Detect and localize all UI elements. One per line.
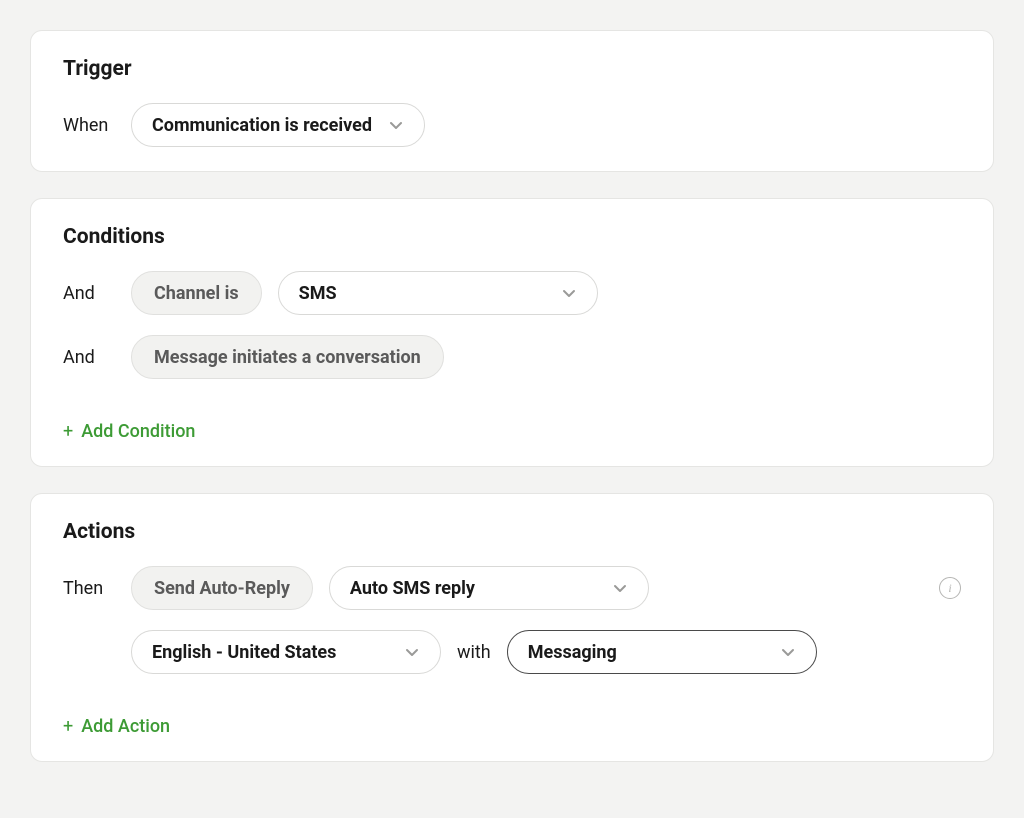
condition-value-label: SMS (299, 283, 337, 304)
plus-icon: + (63, 716, 73, 737)
trigger-event-select[interactable]: Communication is received (131, 103, 425, 147)
action-prefix: Then (63, 578, 115, 599)
condition-type-label: Channel is (154, 283, 239, 304)
trigger-heading: Trigger (63, 57, 961, 81)
action-template-select[interactable]: Auto SMS reply (329, 566, 649, 610)
actions-card: Actions Then Send Auto-Reply Auto SMS re… (30, 493, 994, 762)
trigger-row: When Communication is received (63, 103, 961, 147)
add-action-button[interactable]: + Add Action (63, 716, 170, 737)
action-type-label: Send Auto-Reply (154, 578, 290, 599)
condition-prefix: And (63, 347, 115, 368)
action-channel-select[interactable]: Messaging (507, 630, 817, 674)
info-icon[interactable]: i (939, 577, 961, 599)
condition-type-pill[interactable]: Channel is (131, 271, 262, 315)
action-type-pill[interactable]: Send Auto-Reply (131, 566, 313, 610)
condition-type-pill[interactable]: Message initiates a conversation (131, 335, 444, 379)
add-action-label: Add Action (81, 716, 170, 737)
action-row-0: Then Send Auto-Reply Auto SMS reply i (63, 566, 961, 610)
actions-heading: Actions (63, 520, 961, 544)
action-connector: with (457, 642, 491, 663)
chevron-down-icon (404, 644, 420, 660)
conditions-card: Conditions And Channel is SMS And Messag… (30, 198, 994, 467)
condition-prefix: And (63, 283, 115, 304)
chevron-down-icon (780, 644, 796, 660)
action-row-1: English - United States with Messaging (131, 630, 961, 674)
condition-row-1: And Message initiates a conversation (63, 335, 961, 379)
action-channel-label: Messaging (528, 642, 617, 663)
add-condition-label: Add Condition (81, 421, 195, 442)
plus-icon: + (63, 421, 73, 442)
action-language-label: English - United States (152, 642, 336, 663)
condition-row-0: And Channel is SMS (63, 271, 961, 315)
add-condition-button[interactable]: + Add Condition (63, 421, 195, 442)
chevron-down-icon (612, 580, 628, 596)
trigger-card: Trigger When Communication is received (30, 30, 994, 172)
action-template-label: Auto SMS reply (350, 578, 475, 599)
trigger-prefix: When (63, 115, 115, 136)
action-language-select[interactable]: English - United States (131, 630, 441, 674)
conditions-heading: Conditions (63, 225, 961, 249)
chevron-down-icon (388, 117, 404, 133)
condition-value-select[interactable]: SMS (278, 271, 598, 315)
chevron-down-icon (561, 285, 577, 301)
condition-type-label: Message initiates a conversation (154, 347, 421, 368)
trigger-event-label: Communication is received (152, 115, 372, 136)
